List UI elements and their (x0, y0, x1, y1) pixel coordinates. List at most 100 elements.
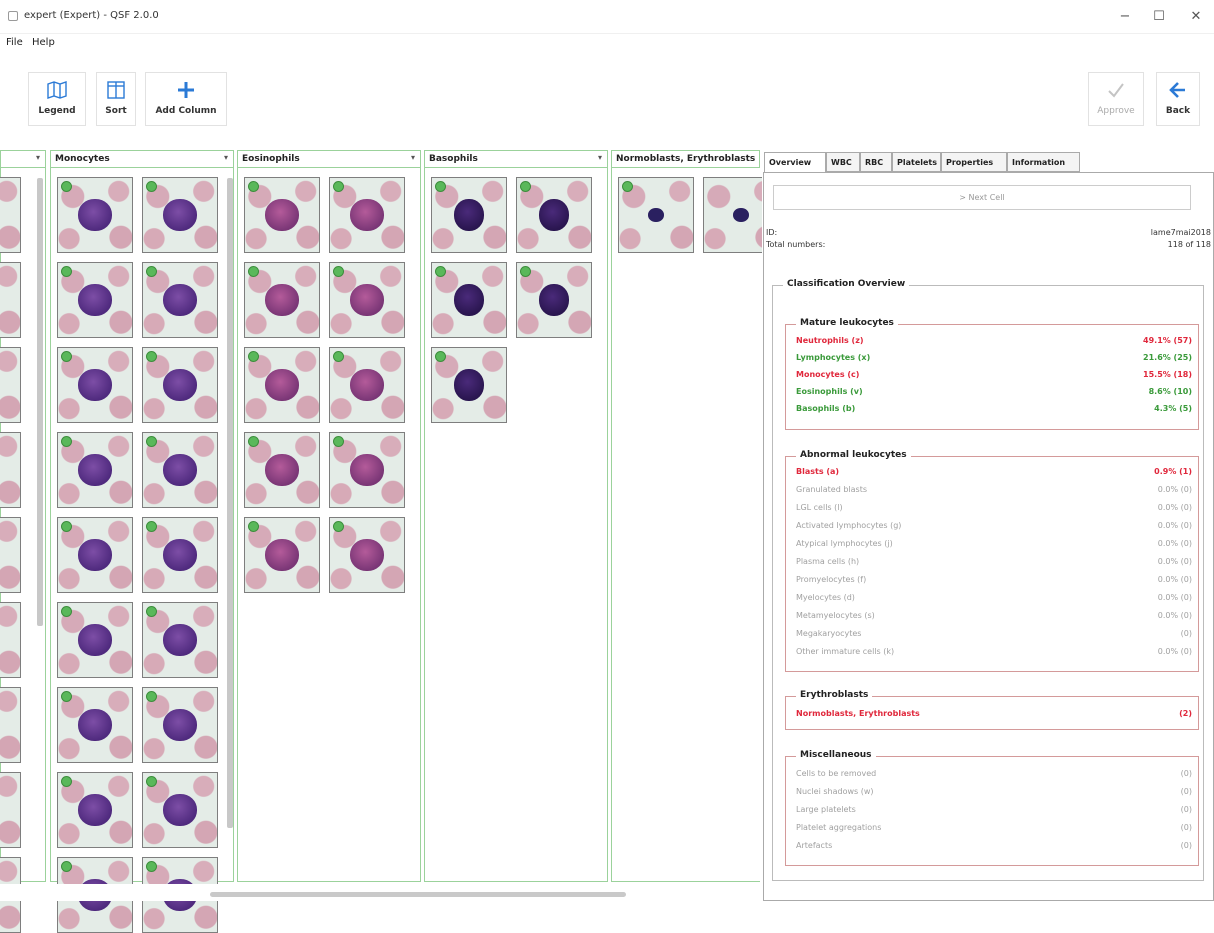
class-row[interactable]: Normoblasts, Erythroblasts (2) (796, 709, 1192, 723)
group-title: Abnormal leukocytes (796, 450, 911, 460)
column-header-eosinophils[interactable]: Eosinophils ▾ (237, 150, 421, 168)
close-button[interactable]: ✕ (1187, 8, 1205, 26)
status-dot (435, 351, 446, 362)
class-row[interactable]: Eosinophils (v) 8.6% (10) (796, 387, 1192, 401)
class-row[interactable]: Nuclei shadows (w) (0) (796, 787, 1192, 801)
columns-icon (107, 81, 125, 99)
cell-thumbnail[interactable] (142, 517, 218, 593)
tab-information[interactable]: Information (1007, 152, 1080, 172)
cell-thumbnail[interactable] (142, 602, 218, 678)
class-row[interactable]: Other immature cells (k) 0.0% (0) (796, 647, 1192, 661)
class-row[interactable]: Platelet aggregations (0) (796, 823, 1192, 837)
cell-thumbnail[interactable] (57, 602, 133, 678)
cell-thumbnail[interactable] (516, 177, 592, 253)
horizontal-scroll-thumb[interactable] (210, 892, 626, 897)
abnormal-leukocytes-group: Abnormal leukocytes Blasts (a) 0.9% (1) G… (785, 450, 1199, 672)
column-body-eosinophils (237, 168, 421, 882)
group-title: Erythroblasts (796, 690, 873, 700)
cell-thumbnail[interactable] (329, 262, 405, 338)
cell-thumbnail[interactable] (142, 687, 218, 763)
tab-overview[interactable]: Overview (764, 152, 826, 173)
sort-button[interactable]: Sort (96, 72, 136, 126)
cell-thumbnail[interactable] (142, 262, 218, 338)
class-row[interactable]: Blasts (a) 0.9% (1) (796, 467, 1192, 481)
cell-thumbnail[interactable] (142, 347, 218, 423)
cell-thumbnail[interactable] (0, 432, 21, 508)
next-cell-button[interactable]: > Next Cell (773, 185, 1191, 210)
class-row[interactable]: Granulated blasts 0.0% (0) (796, 485, 1192, 499)
class-row[interactable]: Plasma cells (h) 0.0% (0) (796, 557, 1192, 571)
cell-thumbnail[interactable] (244, 432, 320, 508)
add-column-label: Add Column (155, 106, 217, 116)
column-header-partial[interactable]: ▾ (0, 150, 46, 168)
cell-thumbnail[interactable] (57, 772, 133, 848)
class-row[interactable]: Artefacts (0) (796, 841, 1192, 855)
chevron-down-icon[interactable]: ▾ (598, 153, 602, 162)
cell-thumbnail[interactable] (57, 262, 133, 338)
tab-platelets[interactable]: Platelets (892, 152, 941, 172)
status-dot (61, 266, 72, 277)
column-header-basophils[interactable]: Basophils ▾ (424, 150, 608, 168)
menu-file[interactable]: File (6, 37, 23, 48)
cell-thumbnail[interactable] (244, 262, 320, 338)
cell-thumbnail[interactable] (0, 772, 21, 848)
cell-thumbnail[interactable] (57, 177, 133, 253)
cell-thumbnail[interactable] (329, 177, 405, 253)
cell-thumbnail[interactable] (329, 432, 405, 508)
cell-thumbnail[interactable] (244, 177, 320, 253)
cell-thumbnail[interactable] (57, 687, 133, 763)
cell-thumbnail[interactable] (329, 347, 405, 423)
cell-thumbnail[interactable] (0, 687, 21, 763)
cell-thumbnail[interactable] (618, 177, 694, 253)
tab-rbc[interactable]: RBC (860, 152, 892, 172)
class-row[interactable]: Megakaryocytes (0) (796, 629, 1192, 643)
minimize-button[interactable]: − (1116, 8, 1134, 26)
menu-help[interactable]: Help (32, 37, 55, 48)
cell-thumbnail[interactable] (0, 602, 21, 678)
cell-thumbnail[interactable] (0, 517, 21, 593)
cell-thumbnail[interactable] (0, 347, 21, 423)
class-row[interactable]: Myelocytes (d) 0.0% (0) (796, 593, 1192, 607)
class-row[interactable]: Large platelets (0) (796, 805, 1192, 819)
cell-thumbnail[interactable] (0, 177, 21, 253)
cell-thumbnail[interactable] (431, 262, 507, 338)
chevron-down-icon[interactable]: ▾ (224, 153, 228, 162)
cell-thumbnail[interactable] (142, 177, 218, 253)
tab-properties[interactable]: Properties (941, 152, 1007, 172)
class-row[interactable]: Atypical lymphocytes (j) 0.0% (0) (796, 539, 1192, 553)
back-label: Back (1165, 106, 1191, 116)
cell-thumbnail[interactable] (244, 347, 320, 423)
back-button[interactable]: Back (1156, 72, 1200, 126)
class-row[interactable]: Promyelocytes (f) 0.0% (0) (796, 575, 1192, 589)
class-row[interactable]: Lymphocytes (x) 21.6% (25) (796, 353, 1192, 367)
cell-thumbnail[interactable] (431, 177, 507, 253)
column-scrollbar[interactable] (37, 178, 43, 626)
cell-thumbnail[interactable] (57, 517, 133, 593)
cell-thumbnail[interactable] (516, 262, 592, 338)
column-header-normoblasts[interactable]: Normoblasts, Erythroblasts (611, 150, 760, 168)
class-row[interactable]: LGL cells (l) 0.0% (0) (796, 503, 1192, 517)
class-row[interactable]: Activated lymphocytes (g) 0.0% (0) (796, 521, 1192, 535)
add-column-button[interactable]: Add Column (145, 72, 227, 126)
class-row[interactable]: Monocytes (c) 15.5% (18) (796, 370, 1192, 384)
class-row[interactable]: Neutrophils (z) 49.1% (57) (796, 336, 1192, 350)
cell-thumbnail[interactable] (0, 262, 21, 338)
legend-button[interactable]: Legend (28, 72, 86, 126)
tab-wbc[interactable]: WBC (826, 152, 860, 172)
maximize-button[interactable]: ☐ (1150, 8, 1168, 26)
cell-thumbnail[interactable] (329, 517, 405, 593)
cell-thumbnail[interactable] (431, 347, 507, 423)
class-row[interactable]: Metamyelocytes (s) 0.0% (0) (796, 611, 1192, 625)
chevron-down-icon[interactable]: ▾ (411, 153, 415, 162)
column-scrollbar[interactable] (227, 178, 233, 828)
approve-button[interactable]: Approve (1088, 72, 1144, 126)
cell-thumbnail[interactable] (57, 432, 133, 508)
class-row[interactable]: Basophils (b) 4.3% (5) (796, 404, 1192, 418)
cell-thumbnail[interactable] (244, 517, 320, 593)
cell-thumbnail[interactable] (142, 772, 218, 848)
class-row[interactable]: Cells to be removed (0) (796, 769, 1192, 783)
cell-thumbnail[interactable] (57, 347, 133, 423)
chevron-down-icon[interactable]: ▾ (36, 153, 40, 162)
column-header-monocytes[interactable]: Monocytes ▾ (50, 150, 234, 168)
cell-thumbnail[interactable] (142, 432, 218, 508)
